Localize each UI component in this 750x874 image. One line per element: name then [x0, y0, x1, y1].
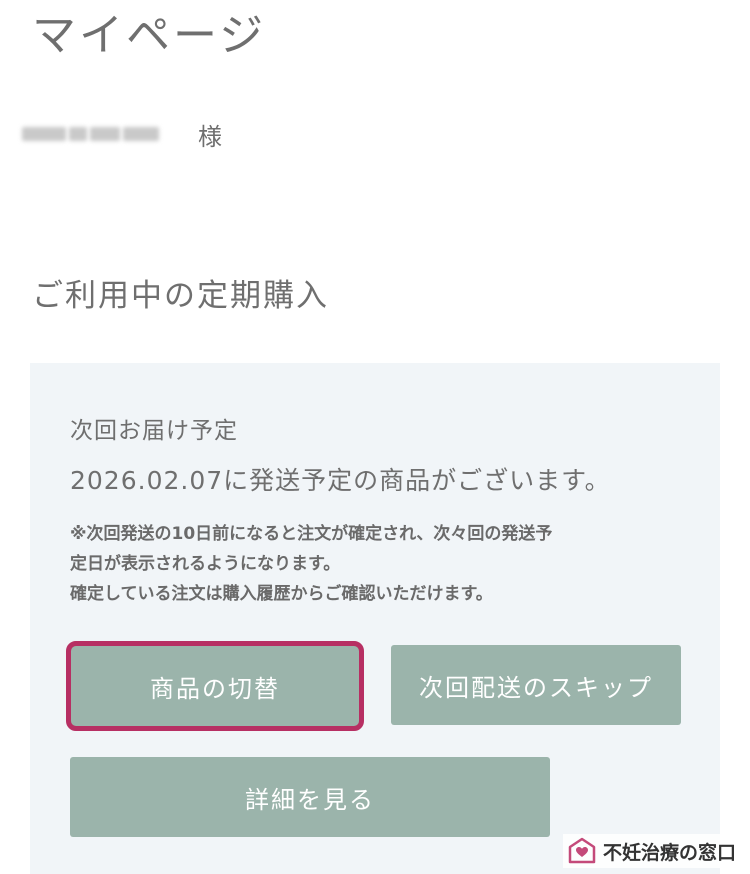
watermark-text: 不妊治療の窓口: [602, 841, 736, 864]
house-heart-logo-icon: [568, 837, 596, 864]
skip-next-delivery-button[interactable]: 次回配送のスキップ: [391, 645, 681, 725]
subscription-notes: ※次回発送の10日前になると注文が確定され、次々回の発送予 定日が表示されるよう…: [70, 519, 690, 609]
note-line: ※次回発送の10日前になると注文が確定され、次々回の発送予: [70, 524, 553, 544]
view-details-button[interactable]: 詳細を見る: [70, 757, 550, 837]
user-name-redacted: [22, 123, 172, 145]
user-greeting: 様: [22, 116, 222, 152]
honorific-label: 様: [198, 122, 222, 151]
subscription-card: 次回お届け予定 2026.02.07に発送予定の商品がございます。 ※次回発送の…: [30, 363, 720, 874]
next-delivery-label: 次回お届け予定: [70, 418, 238, 444]
my-page: マイページ 様 ご利用中の定期購入 次回お届け予定 2026.02.07に発送予…: [0, 0, 750, 874]
switch-product-button[interactable]: 商品の切替: [66, 641, 364, 731]
note-line: 確定している注文は購入履歴からご確認いただけます。: [70, 584, 493, 604]
page-title: マイページ: [32, 10, 267, 61]
subscription-section-title: ご利用中の定期購入: [32, 278, 329, 314]
shipping-message: 2026.02.07に発送予定の商品がございます。: [70, 466, 611, 495]
watermark-logo: 不妊治療の窓口: [562, 834, 740, 868]
note-line: 定日が表示されるようになります。: [70, 554, 341, 574]
